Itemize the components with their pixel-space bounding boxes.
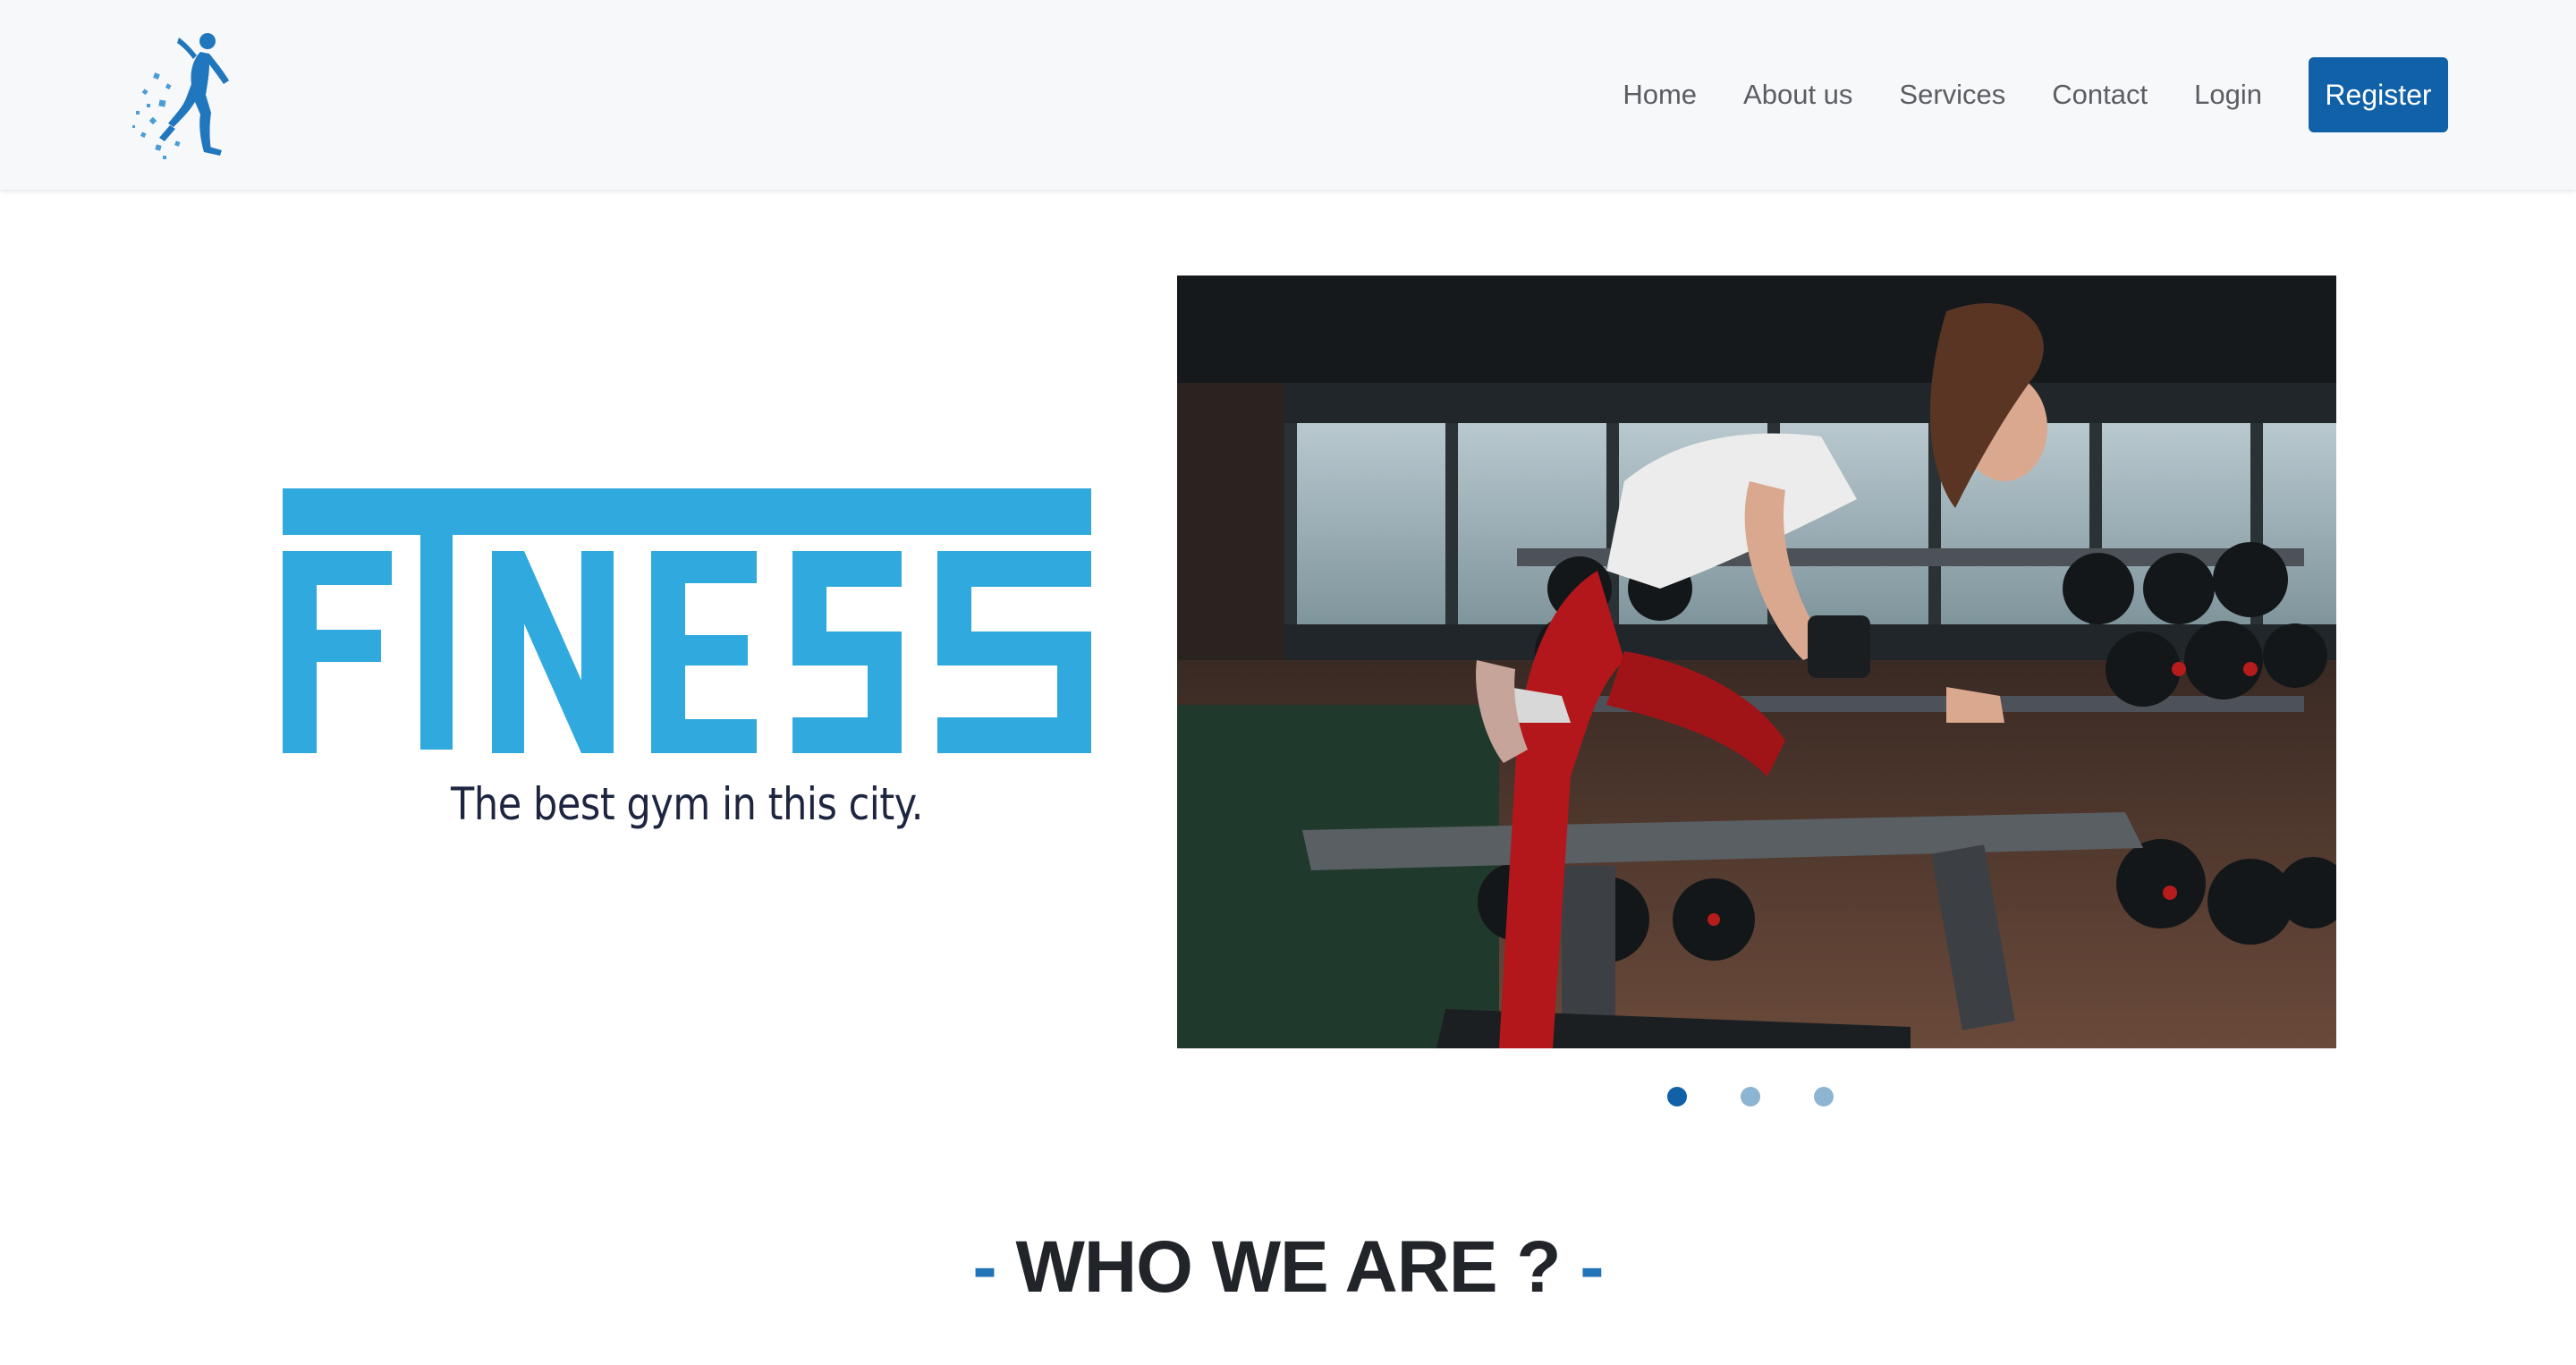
nav-link-services[interactable]: Services: [1899, 79, 2005, 111]
heading-dash-left: -: [972, 1226, 996, 1308]
runner-logo-icon[interactable]: [123, 25, 240, 170]
navbar: Home About us Services Contact Login Reg…: [0, 0, 2576, 190]
register-button[interactable]: Register: [2309, 57, 2448, 132]
carousel-indicator-2[interactable]: [1741, 1087, 1760, 1106]
nav-link-about-us[interactable]: About us: [1743, 79, 1852, 111]
nav-link-login[interactable]: Login: [2194, 79, 2262, 111]
hero-tagline: The best gym in this city.: [451, 778, 923, 830]
nav-link-home[interactable]: Home: [1623, 79, 1697, 111]
heading-text: WHO WE ARE ?: [1015, 1226, 1561, 1308]
heading-dash-right: -: [1580, 1226, 1604, 1308]
hero-carousel-image[interactable]: [1177, 276, 2336, 1048]
carousel-indicators: [1664, 1085, 1852, 1108]
nav-link-contact[interactable]: Contact: [2052, 79, 2148, 111]
carousel-indicator-3[interactable]: [1814, 1087, 1834, 1106]
nav-links: Home About us Services Contact Login Reg…: [1623, 56, 2448, 133]
who-we-are-heading: - WHO WE ARE ? -: [0, 1225, 2576, 1310]
carousel-indicator-1[interactable]: [1667, 1087, 1687, 1106]
